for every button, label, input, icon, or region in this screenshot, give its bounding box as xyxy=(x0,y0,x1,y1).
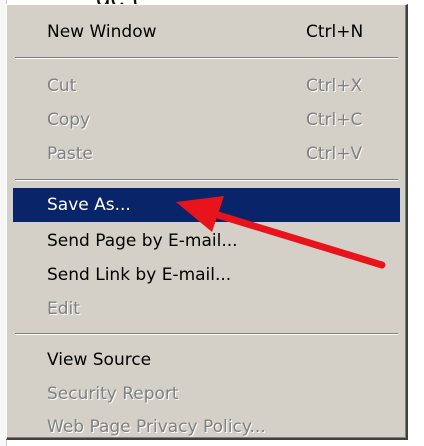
menu-item-shortcut: Ctrl+X xyxy=(306,76,363,96)
menu-item-label: Security Report xyxy=(47,384,179,404)
menu-item-label: Copy xyxy=(47,110,91,130)
menu-item-label: Cut xyxy=(47,76,77,96)
menu-item-web-page-privacy-policy[interactable]: Web Page Privacy Policy... xyxy=(13,410,400,444)
menu-item-shortcut: Ctrl+C xyxy=(306,110,363,130)
context-menu: New Window Ctrl+N Cut Ctrl+X Copy Ctrl+C… xyxy=(6,4,408,440)
menu-item-new-window[interactable]: New Window Ctrl+N xyxy=(13,15,400,49)
menu-separator xyxy=(15,57,398,59)
menu-item-edit[interactable]: Edit xyxy=(13,292,400,326)
menu-item-shortcut: Ctrl+V xyxy=(306,144,363,164)
menu-item-label: New Window xyxy=(47,22,157,42)
menu-item-label: Send Page by E-mail... xyxy=(47,231,238,251)
menu-item-save-as[interactable]: Save As... xyxy=(13,188,400,222)
menu-item-cut[interactable]: Cut Ctrl+X xyxy=(13,69,400,103)
menu-item-label: Paste xyxy=(47,144,93,164)
menu-item-label: Edit xyxy=(47,299,80,319)
menu-item-send-link-by-email[interactable]: Send Link by E-mail... xyxy=(13,258,400,292)
menu-item-label: Save As... xyxy=(47,195,131,215)
menu-item-label: Web Page Privacy Policy... xyxy=(47,417,266,437)
menu-item-paste[interactable]: Paste Ctrl+V xyxy=(13,137,400,171)
menu-item-security-report[interactable]: Security Report xyxy=(13,377,400,411)
menu-item-label: View Source xyxy=(47,350,152,370)
menu-item-shortcut: Ctrl+N xyxy=(306,22,364,42)
screenshot: ge ( New Window Ctrl+N Cut Ctrl+X Copy C… xyxy=(0,0,424,446)
menu-item-label: Send Link by E-mail... xyxy=(47,265,232,285)
menu-item-view-source[interactable]: View Source xyxy=(13,343,400,377)
menu-item-send-page-by-email[interactable]: Send Page by E-mail... xyxy=(13,224,400,258)
menu-item-copy[interactable]: Copy Ctrl+C xyxy=(13,103,400,137)
menu-separator xyxy=(15,179,398,181)
menu-separator xyxy=(15,333,398,335)
